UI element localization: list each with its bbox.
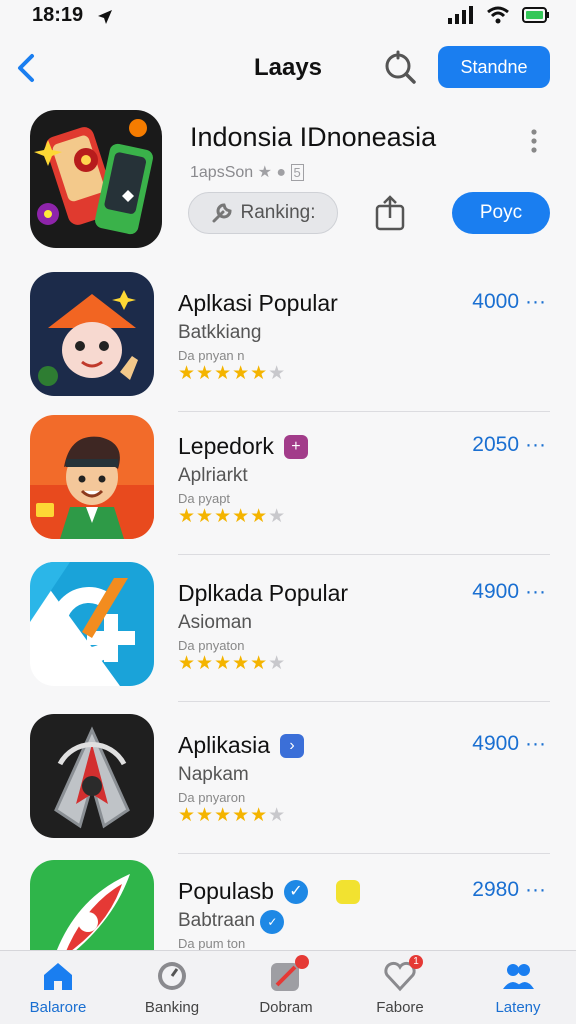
app-meta: Da pnyaron bbox=[178, 790, 246, 805]
app-icon bbox=[30, 272, 154, 396]
tab-banking[interactable]: Banking bbox=[122, 959, 222, 1023]
app-icon bbox=[30, 562, 154, 686]
yellow-badge-icon bbox=[335, 879, 360, 904]
tab-label: Banking bbox=[144, 999, 200, 1016]
more-vertical-icon[interactable] bbox=[524, 128, 544, 154]
download-count: 4900 ··· bbox=[472, 580, 546, 604]
status-bar: 18:19 bbox=[0, 0, 576, 36]
list-item[interactable]: Dplkada Popular Asioman Da pnyaton ★★★★★… bbox=[0, 558, 576, 702]
app-meta: Da pnyan n bbox=[178, 348, 245, 363]
more-horizontal-icon[interactable]: ··· bbox=[525, 433, 546, 457]
list-item[interactable]: Aplikasia › Napkam Da pnyaron ★★★★★★ 490… bbox=[0, 710, 576, 854]
home-icon bbox=[44, 963, 72, 990]
divider bbox=[178, 701, 550, 702]
download-count: 4000 ··· bbox=[472, 290, 546, 314]
app-subtitle: Batkkiang bbox=[178, 322, 262, 343]
app-meta: Da pnyaton bbox=[178, 638, 245, 653]
ranking-label: Ranking: bbox=[240, 202, 316, 223]
clock-icon bbox=[158, 962, 186, 990]
ranking-button[interactable]: Ranking: bbox=[188, 192, 338, 234]
divider bbox=[178, 554, 550, 555]
tab-label: Fabore bbox=[376, 999, 424, 1016]
app-subtitle: Aplriarkt bbox=[178, 465, 248, 486]
standne-button[interactable]: Standne bbox=[438, 46, 550, 88]
download-count: 4900 ··· bbox=[472, 732, 546, 756]
rating-stars: ★★★★★★ bbox=[178, 653, 287, 674]
featured-app-subtitle: 1apsSon ★ ● 5 bbox=[190, 162, 304, 182]
rating-stars: ★★★★★★ bbox=[178, 506, 287, 527]
app-name: Lepedork + bbox=[178, 433, 308, 460]
rocket-icon bbox=[269, 955, 309, 993]
get-button[interactable]: Poyc bbox=[452, 192, 550, 234]
star-icon: ★ bbox=[257, 164, 272, 181]
share-icon[interactable] bbox=[372, 194, 408, 232]
featured-developer: 1apsSon bbox=[190, 164, 254, 181]
status-time: 18:19 bbox=[32, 4, 84, 26]
battery-icon bbox=[522, 7, 549, 23]
twitter-badge-icon: ✓ bbox=[283, 879, 308, 904]
featured-app-icon[interactable] bbox=[30, 110, 162, 248]
navigation-bar: Laays Standne bbox=[0, 40, 576, 96]
search-icon[interactable] bbox=[380, 48, 420, 88]
tab-label: Balarore bbox=[29, 999, 87, 1016]
download-count: 2980 ··· bbox=[472, 878, 546, 902]
verified-badge-icon: › bbox=[280, 733, 305, 758]
rating-stars: ★★★★★★ bbox=[178, 363, 287, 384]
tab-balarore[interactable]: Balarore bbox=[8, 959, 108, 1023]
people-icon bbox=[503, 964, 534, 989]
app-name: Aplikasia › bbox=[178, 732, 305, 759]
download-count: 2050 ··· bbox=[472, 433, 546, 457]
app-name: Dplkada Popular bbox=[178, 580, 349, 606]
more-horizontal-icon[interactable]: ··· bbox=[525, 580, 546, 604]
app-subtitle: Babtraan ✓ bbox=[178, 910, 285, 934]
rating-box-icon: 5 bbox=[290, 164, 304, 181]
more-horizontal-icon[interactable]: ··· bbox=[525, 732, 546, 756]
featured-app-title: Indonsia IDnoneasia bbox=[190, 122, 437, 152]
location-arrow-icon bbox=[98, 10, 112, 24]
tab-dobram[interactable]: Dobram bbox=[236, 955, 336, 1023]
more-horizontal-icon[interactable]: ··· bbox=[525, 290, 546, 314]
notification-badge: 1 bbox=[409, 955, 423, 969]
list-item[interactable]: Aplkasi Popular Batkkiang Da pnyan n ★★★… bbox=[0, 268, 576, 412]
app-name: Aplkasi Popular bbox=[178, 290, 338, 316]
wifi-icon bbox=[487, 6, 509, 24]
list-item[interactable]: Lepedork + Aplriarkt Da pyapt ★★★★★★ 205… bbox=[0, 411, 576, 555]
tab-lateny[interactable]: Lateny bbox=[468, 959, 568, 1023]
chat-bubble-icon: ● bbox=[276, 164, 287, 181]
more-horizontal-icon[interactable]: ··· bbox=[525, 878, 546, 902]
wrench-icon bbox=[212, 203, 232, 223]
app-subtitle: Asioman bbox=[178, 612, 252, 633]
verified-badge-icon: ✓ bbox=[260, 910, 285, 934]
divider bbox=[178, 853, 550, 854]
app-subtitle: Napkam bbox=[178, 764, 249, 785]
tab-label: Dobram bbox=[259, 999, 313, 1016]
heart-icon: 1 bbox=[383, 955, 423, 993]
app-meta: Da pum ton bbox=[178, 936, 246, 951]
featured-app: Indonsia IDnoneasia 1apsSon ★ ● 5 Rankin… bbox=[0, 108, 576, 258]
tab-label: Lateny bbox=[495, 999, 541, 1016]
app-icon bbox=[30, 415, 154, 539]
notification-dot bbox=[295, 955, 309, 969]
rating-stars: ★★★★★★ bbox=[178, 805, 287, 826]
tab-bar: Balarore Banking Dobram 1 Fabore Lateny bbox=[0, 950, 576, 1024]
app-icon bbox=[30, 714, 154, 838]
signal-icon bbox=[448, 6, 473, 24]
app-meta: Da pyapt bbox=[178, 491, 231, 506]
app-name: Populasb ✓ bbox=[178, 878, 360, 905]
plus-badge-icon: + bbox=[283, 434, 308, 459]
tab-fabore[interactable]: 1 Fabore bbox=[350, 955, 450, 1023]
